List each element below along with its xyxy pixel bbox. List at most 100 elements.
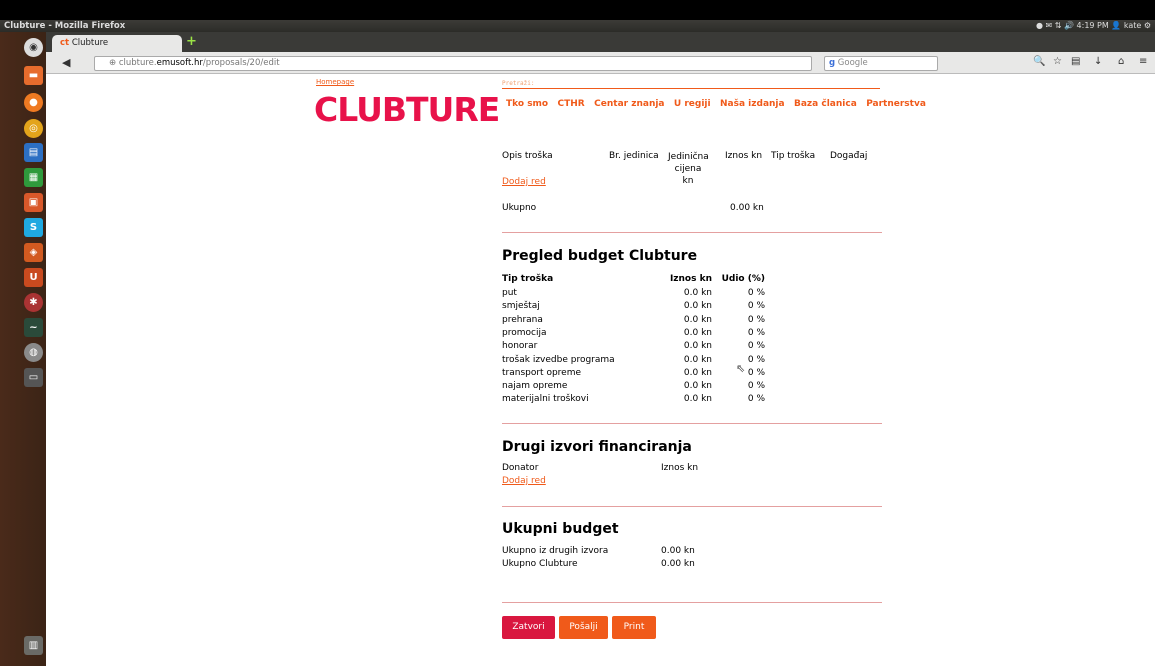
calc-icon[interactable]: ▦	[24, 168, 43, 187]
clock[interactable]: 4:19 PM	[1077, 21, 1109, 30]
files-icon[interactable]: ▬	[24, 66, 43, 85]
main-nav: Tko smo CTHR Centar znanja U regiji Naša…	[506, 99, 926, 109]
budget-cell-share: 0 %	[747, 301, 765, 312]
mail-icon[interactable]: ✉	[1046, 21, 1053, 30]
menu-icon[interactable]: ≡	[1139, 56, 1147, 67]
print-button[interactable]: Print	[612, 616, 656, 639]
settings-icon[interactable]: ✱	[24, 293, 43, 312]
budget-cell-amount: 0.0 kn	[683, 314, 712, 325]
window-title: Clubture - Mozilla Firefox	[4, 21, 126, 31]
username[interactable]: kate	[1124, 21, 1141, 30]
nav-centar-znanja[interactable]: Centar znanja	[594, 99, 664, 109]
launcher: ◉ ▬ ● ◎ ▤ ▦ ▣ S ◈ U ✱ ~ ◍ ▭ ▥	[0, 32, 46, 666]
chrome-launcher-icon[interactable]: ◎	[24, 119, 43, 138]
firefox-icon[interactable]: ●	[24, 93, 43, 112]
budget-cell-share: 0 %	[747, 314, 765, 325]
nav-tko-smo[interactable]: Tko smo	[506, 99, 548, 109]
budget-cell-amount: 0.0 kn	[683, 341, 712, 352]
total-other-value: 0.00 kn	[661, 546, 695, 556]
total-other-label: Ukupno iz drugih izvora	[502, 546, 609, 556]
col-dogadaj: Događaj	[830, 151, 868, 161]
tab-title: Clubture	[71, 38, 109, 48]
skype-icon[interactable]: S	[24, 218, 43, 237]
search-underline[interactable]	[502, 88, 880, 89]
total-value: 0.00 kn	[730, 203, 764, 213]
send-button[interactable]: Pošalji	[559, 616, 608, 639]
close-button[interactable]: Zatvori	[502, 616, 555, 639]
volume-icon[interactable]: 🔊	[1064, 21, 1074, 30]
bookmark-icon[interactable]: ☆	[1053, 56, 1062, 67]
divider	[502, 423, 882, 424]
search-label: Pretraži:	[502, 80, 535, 87]
budget-cell-amount: 0.0 kn	[683, 327, 712, 338]
system-top-bar	[0, 0, 1155, 10]
disk-icon[interactable]: ◍	[24, 343, 43, 362]
budget-cell-type: trošak izvedbe programa	[502, 354, 615, 365]
user-icon[interactable]: 👤	[1111, 21, 1121, 30]
back-icon[interactable]: ◀	[62, 56, 70, 69]
impress-icon[interactable]: ▣	[24, 193, 43, 212]
gear-icon[interactable]: ⚙	[1144, 21, 1151, 30]
search-icon[interactable]: 🔍	[1033, 56, 1045, 67]
mouse-cursor-icon: ⇖	[736, 362, 746, 375]
budget-cell-type: prehrana	[502, 314, 543, 325]
favicon-icon: ct	[60, 38, 70, 48]
download-icon[interactable]: ↓	[1094, 56, 1102, 67]
budget-cell-type: promocija	[502, 327, 547, 338]
col-donator: Donator	[502, 463, 539, 473]
budget-cell-share: 0 %	[747, 394, 765, 405]
terminal-icon[interactable]: ▭	[24, 368, 43, 387]
network-icon[interactable]: ⇅	[1055, 21, 1062, 30]
budget-cell-amount: 0.0 kn	[683, 288, 712, 298]
ubuntu-one-icon[interactable]: U	[24, 268, 43, 287]
logo[interactable]: CLUBTURE	[314, 93, 500, 127]
nav-cthr[interactable]: CTHR	[558, 99, 585, 109]
col-jedinice: Br. jedinica	[609, 151, 659, 161]
clipboard-icon[interactable]: ▤	[1071, 56, 1080, 67]
total-clubture-label: Ukupno Clubture	[502, 559, 578, 569]
nav-nasa-izdanja[interactable]: Naša izdanja	[720, 99, 785, 109]
writer-icon[interactable]: ▤	[24, 143, 43, 162]
budget-cell-amount: 0.0 kn	[683, 354, 712, 365]
budget-cell-amount: 0.0 kn	[683, 367, 712, 378]
col-donator-iznos: Iznos kn	[661, 463, 699, 473]
google-icon: g	[829, 58, 836, 68]
homepage-link[interactable]: Homepage	[316, 78, 354, 86]
new-tab-button[interactable]: +	[186, 35, 197, 48]
budget-cell-type: put	[502, 288, 517, 298]
budget-cell-type: materijalni troškovi	[502, 394, 589, 405]
nav-baza-clanica[interactable]: Baza članica	[794, 99, 857, 109]
budget-col-tip: Tip troška	[502, 274, 554, 284]
browser-tab[interactable]: ct Clubture	[52, 35, 182, 52]
col-iznos: Iznos kn	[725, 151, 763, 161]
divider	[502, 232, 882, 233]
nav-partnerstva[interactable]: Partnerstva	[866, 99, 926, 109]
budget-cell-share: 0 %	[747, 341, 765, 352]
budget-col-udio: Udio (%)	[721, 274, 765, 284]
monitor-icon[interactable]: ~	[24, 318, 43, 337]
site-icon: ⊕	[109, 58, 117, 68]
total-clubture-value: 0.00 kn	[661, 559, 695, 569]
home-icon[interactable]: ⌂	[1118, 56, 1124, 67]
store-icon[interactable]: ◈	[24, 243, 43, 262]
budget-cell-type: honorar	[502, 341, 538, 352]
add-expense-row-link[interactable]: Dodaj red	[502, 177, 546, 187]
total-label: Ukupno	[502, 203, 537, 213]
trash-icon[interactable]: ▥	[24, 636, 43, 655]
dash-icon[interactable]: ◉	[24, 38, 43, 57]
budget-cell-type: transport opreme	[502, 367, 582, 378]
nav-u-regiji[interactable]: U regiji	[674, 99, 711, 109]
budget-cell-amount: 0.0 kn	[683, 394, 712, 405]
budget-cell-share: 0 %	[747, 381, 765, 392]
budget-cell-amount: 0.0 kn	[683, 381, 712, 392]
add-donor-row-link[interactable]: Dodaj red	[502, 476, 546, 486]
budget-cell-share: 0 %	[747, 288, 765, 298]
budget-cell-share: 0 %	[747, 327, 765, 338]
url-field[interactable]: ⊕ clubture.emusoft.hr/proposals/20/edit	[94, 56, 812, 71]
search-field[interactable]: g Google	[824, 56, 938, 71]
other-sources-title: Drugi izvori financiranja	[502, 439, 692, 455]
budget-cell-amount: 0.0 kn	[683, 301, 712, 312]
chrome-icon[interactable]: ●	[1036, 21, 1043, 30]
budget-cell-type: najam opreme	[502, 381, 568, 392]
budget-cell-type: smještaj	[502, 301, 540, 312]
